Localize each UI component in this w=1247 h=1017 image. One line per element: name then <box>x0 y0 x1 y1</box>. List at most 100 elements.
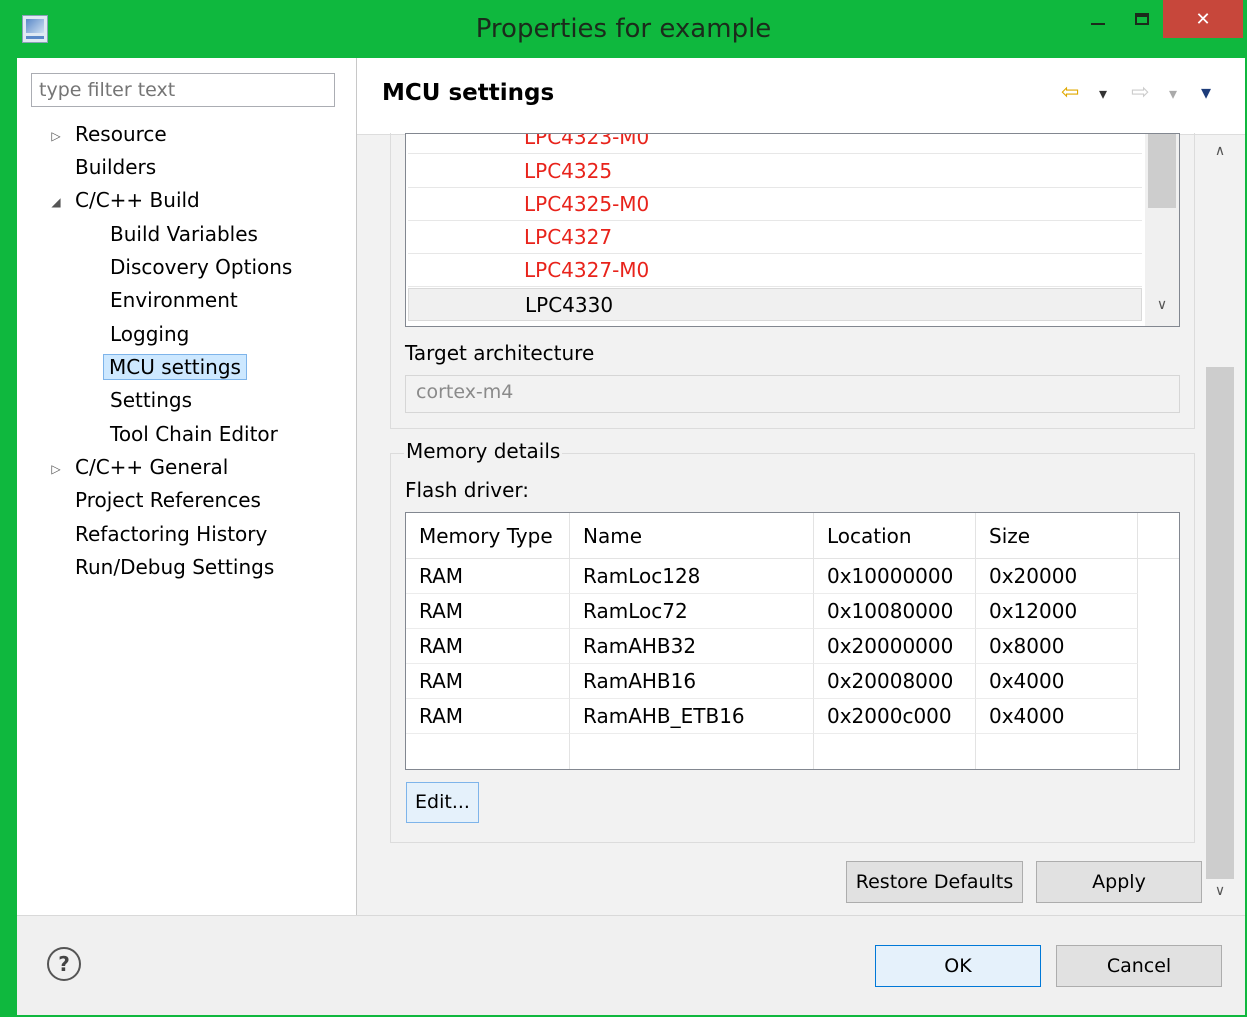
table-cell[interactable]: 0x2000c000 <box>814 699 976 734</box>
tree-item-cpp-build[interactable]: ◢ C/C++ Build <box>49 185 200 217</box>
table-cell[interactable]: 0x12000 <box>976 594 1138 629</box>
dialog-button-bar: ? OK Cancel <box>17 915 1245 1015</box>
memory-details-legend: Memory details <box>404 439 563 463</box>
table-cell-empty <box>570 734 814 769</box>
tree-item-settings[interactable]: Settings <box>110 385 192 415</box>
edit-button[interactable]: Edit... <box>406 782 479 823</box>
list-item[interactable]: LPC4327 <box>408 221 1142 254</box>
table-cell[interactable]: 0x20008000 <box>814 664 976 699</box>
expand-arrow-icon[interactable]: ▷ <box>49 121 63 151</box>
list-scrollbar-thumb[interactable] <box>1148 134 1176 208</box>
tree-item-project-references[interactable]: Project References <box>75 485 261 515</box>
tree-item-refactoring-history[interactable]: Refactoring History <box>75 519 267 549</box>
list-item[interactable]: LPC4327-M0 <box>408 254 1142 287</box>
tree-item-mcu-settings[interactable]: MCU settings <box>103 352 247 382</box>
chevron-down-icon[interactable]: ∨ <box>1148 297 1176 313</box>
tree-item-build-variables[interactable]: Build Variables <box>110 219 258 249</box>
tree-item-label: Run/Debug Settings <box>75 555 275 579</box>
mcu-list[interactable]: LPC4323-M0 LPC4325 LPC4325-M0 LPC4327 LP… <box>405 133 1180 327</box>
table-cell[interactable]: 0x20000 <box>976 559 1138 594</box>
minimize-icon <box>1091 23 1105 25</box>
tree-item-resource[interactable]: ▷ Resource <box>49 119 166 151</box>
dialog-client: ▷ Resource Builders ◢ C/C++ Build Build … <box>17 58 1245 1015</box>
tree-item-builders[interactable]: Builders <box>75 152 156 182</box>
table-cell[interactable]: 0x10080000 <box>814 594 976 629</box>
column-header-memory-type[interactable]: Memory Type <box>406 513 570 559</box>
page-scrollbar-thumb[interactable] <box>1206 367 1234 879</box>
table-cell[interactable]: 0x8000 <box>976 629 1138 664</box>
tree-item-label: Tool Chain Editor <box>110 422 278 446</box>
tree-item-label: Environment <box>110 288 238 312</box>
tree-item-label: Project References <box>75 488 261 512</box>
column-header-name[interactable]: Name <box>570 513 814 559</box>
list-item[interactable]: LPC4323-M0 <box>408 134 1142 154</box>
apply-button[interactable]: Apply <box>1036 861 1202 903</box>
table-cell[interactable]: 0x10000000 <box>814 559 976 594</box>
table-cell[interactable]: 0x20000000 <box>814 629 976 664</box>
expand-arrow-icon[interactable]: ▷ <box>49 454 63 484</box>
table-cell-empty <box>814 734 976 769</box>
table-cell[interactable]: RamAHB16 <box>570 664 814 699</box>
tree-item-label: Refactoring History <box>75 522 268 546</box>
tree-item-label: Build Variables <box>110 222 258 246</box>
chevron-down-icon[interactable]: ∨ <box>1206 883 1234 899</box>
tree-item-cpp-general[interactable]: ▷ C/C++ General <box>49 452 228 482</box>
page-body: LPC4323-M0 LPC4325 LPC4325-M0 LPC4327 LP… <box>357 133 1245 916</box>
table-cell[interactable]: RamAHB_ETB16 <box>570 699 814 734</box>
table-cell[interactable]: RAM <box>406 559 570 594</box>
close-button[interactable]: ✕ <box>1163 0 1243 38</box>
target-architecture-field: cortex-m4 <box>405 375 1180 413</box>
table-cell[interactable]: 0x4000 <box>976 699 1138 734</box>
tree-item-label: Logging <box>110 322 190 346</box>
table-cell[interactable]: RAM <box>406 699 570 734</box>
restore-defaults-button[interactable]: Restore Defaults <box>846 861 1023 903</box>
category-panel: ▷ Resource Builders ◢ C/C++ Build Build … <box>17 58 357 915</box>
table-cell[interactable]: RamLoc128 <box>570 559 814 594</box>
maximize-icon <box>1135 13 1149 25</box>
table-cell[interactable]: RamAHB32 <box>570 629 814 664</box>
property-page: MCU settings ⇦ ▾ ⇨ ▾ ▾ LPC4323-M0 LPC432… <box>357 58 1245 916</box>
tree-item-discovery-options[interactable]: Discovery Options <box>110 252 292 282</box>
tree-item-label: Discovery Options <box>110 255 293 279</box>
tree-item-label: Builders <box>75 155 157 179</box>
collapse-arrow-icon[interactable]: ◢ <box>49 187 63 217</box>
target-architecture-label: Target architecture <box>405 341 595 365</box>
tree-item-logging[interactable]: Logging <box>110 319 189 349</box>
chevron-up-icon[interactable]: ∧ <box>1206 143 1234 159</box>
flash-driver-label: Flash driver: <box>405 478 529 502</box>
filter-input[interactable] <box>31 73 335 107</box>
tree-item-environment[interactable]: Environment <box>110 285 238 315</box>
table-cell-empty <box>406 734 570 769</box>
title-bar: Properties for example ✕ <box>0 0 1247 58</box>
view-menu-icon[interactable]: ▾ <box>1201 80 1211 104</box>
forward-dropdown-icon[interactable]: ▾ <box>1169 84 1177 103</box>
page-title: MCU settings <box>382 80 555 106</box>
column-header-location[interactable]: Location <box>814 513 976 559</box>
list-item-selected[interactable]: LPC4330 <box>408 288 1142 321</box>
tree-item-tool-chain-editor[interactable]: Tool Chain Editor <box>110 419 278 449</box>
page-header: MCU settings ⇦ ▾ ⇨ ▾ ▾ <box>357 58 1245 134</box>
table-cell[interactable]: RamLoc72 <box>570 594 814 629</box>
ok-button[interactable]: OK <box>875 945 1041 987</box>
table-cell[interactable]: 0x4000 <box>976 664 1138 699</box>
forward-arrow-icon[interactable]: ⇨ <box>1131 80 1149 105</box>
dialog-window: Properties for example ✕ ▷ Resource Buil… <box>0 0 1247 1017</box>
list-item[interactable]: LPC4325-M0 <box>408 188 1142 221</box>
maximize-button[interactable] <box>1124 0 1160 38</box>
tree-item-run-debug-settings[interactable]: Run/Debug Settings <box>75 552 274 582</box>
back-arrow-icon[interactable]: ⇦ <box>1061 80 1079 105</box>
table-cell[interactable]: RAM <box>406 629 570 664</box>
tree-item-label: MCU settings <box>103 354 247 380</box>
column-header-size[interactable]: Size <box>976 513 1138 559</box>
list-item[interactable]: LPC4325 <box>408 155 1142 188</box>
window-title: Properties for example <box>475 14 772 44</box>
table-cell[interactable]: RAM <box>406 594 570 629</box>
minimize-button[interactable] <box>1074 0 1122 38</box>
cancel-button[interactable]: Cancel <box>1056 945 1222 987</box>
column-header-filler <box>1138 513 1179 559</box>
table-cell[interactable]: RAM <box>406 664 570 699</box>
tree-item-label: C/C++ General <box>75 455 229 479</box>
tree-item-label: C/C++ Build <box>75 188 200 212</box>
back-dropdown-icon[interactable]: ▾ <box>1099 84 1107 103</box>
help-icon[interactable]: ? <box>47 947 81 981</box>
